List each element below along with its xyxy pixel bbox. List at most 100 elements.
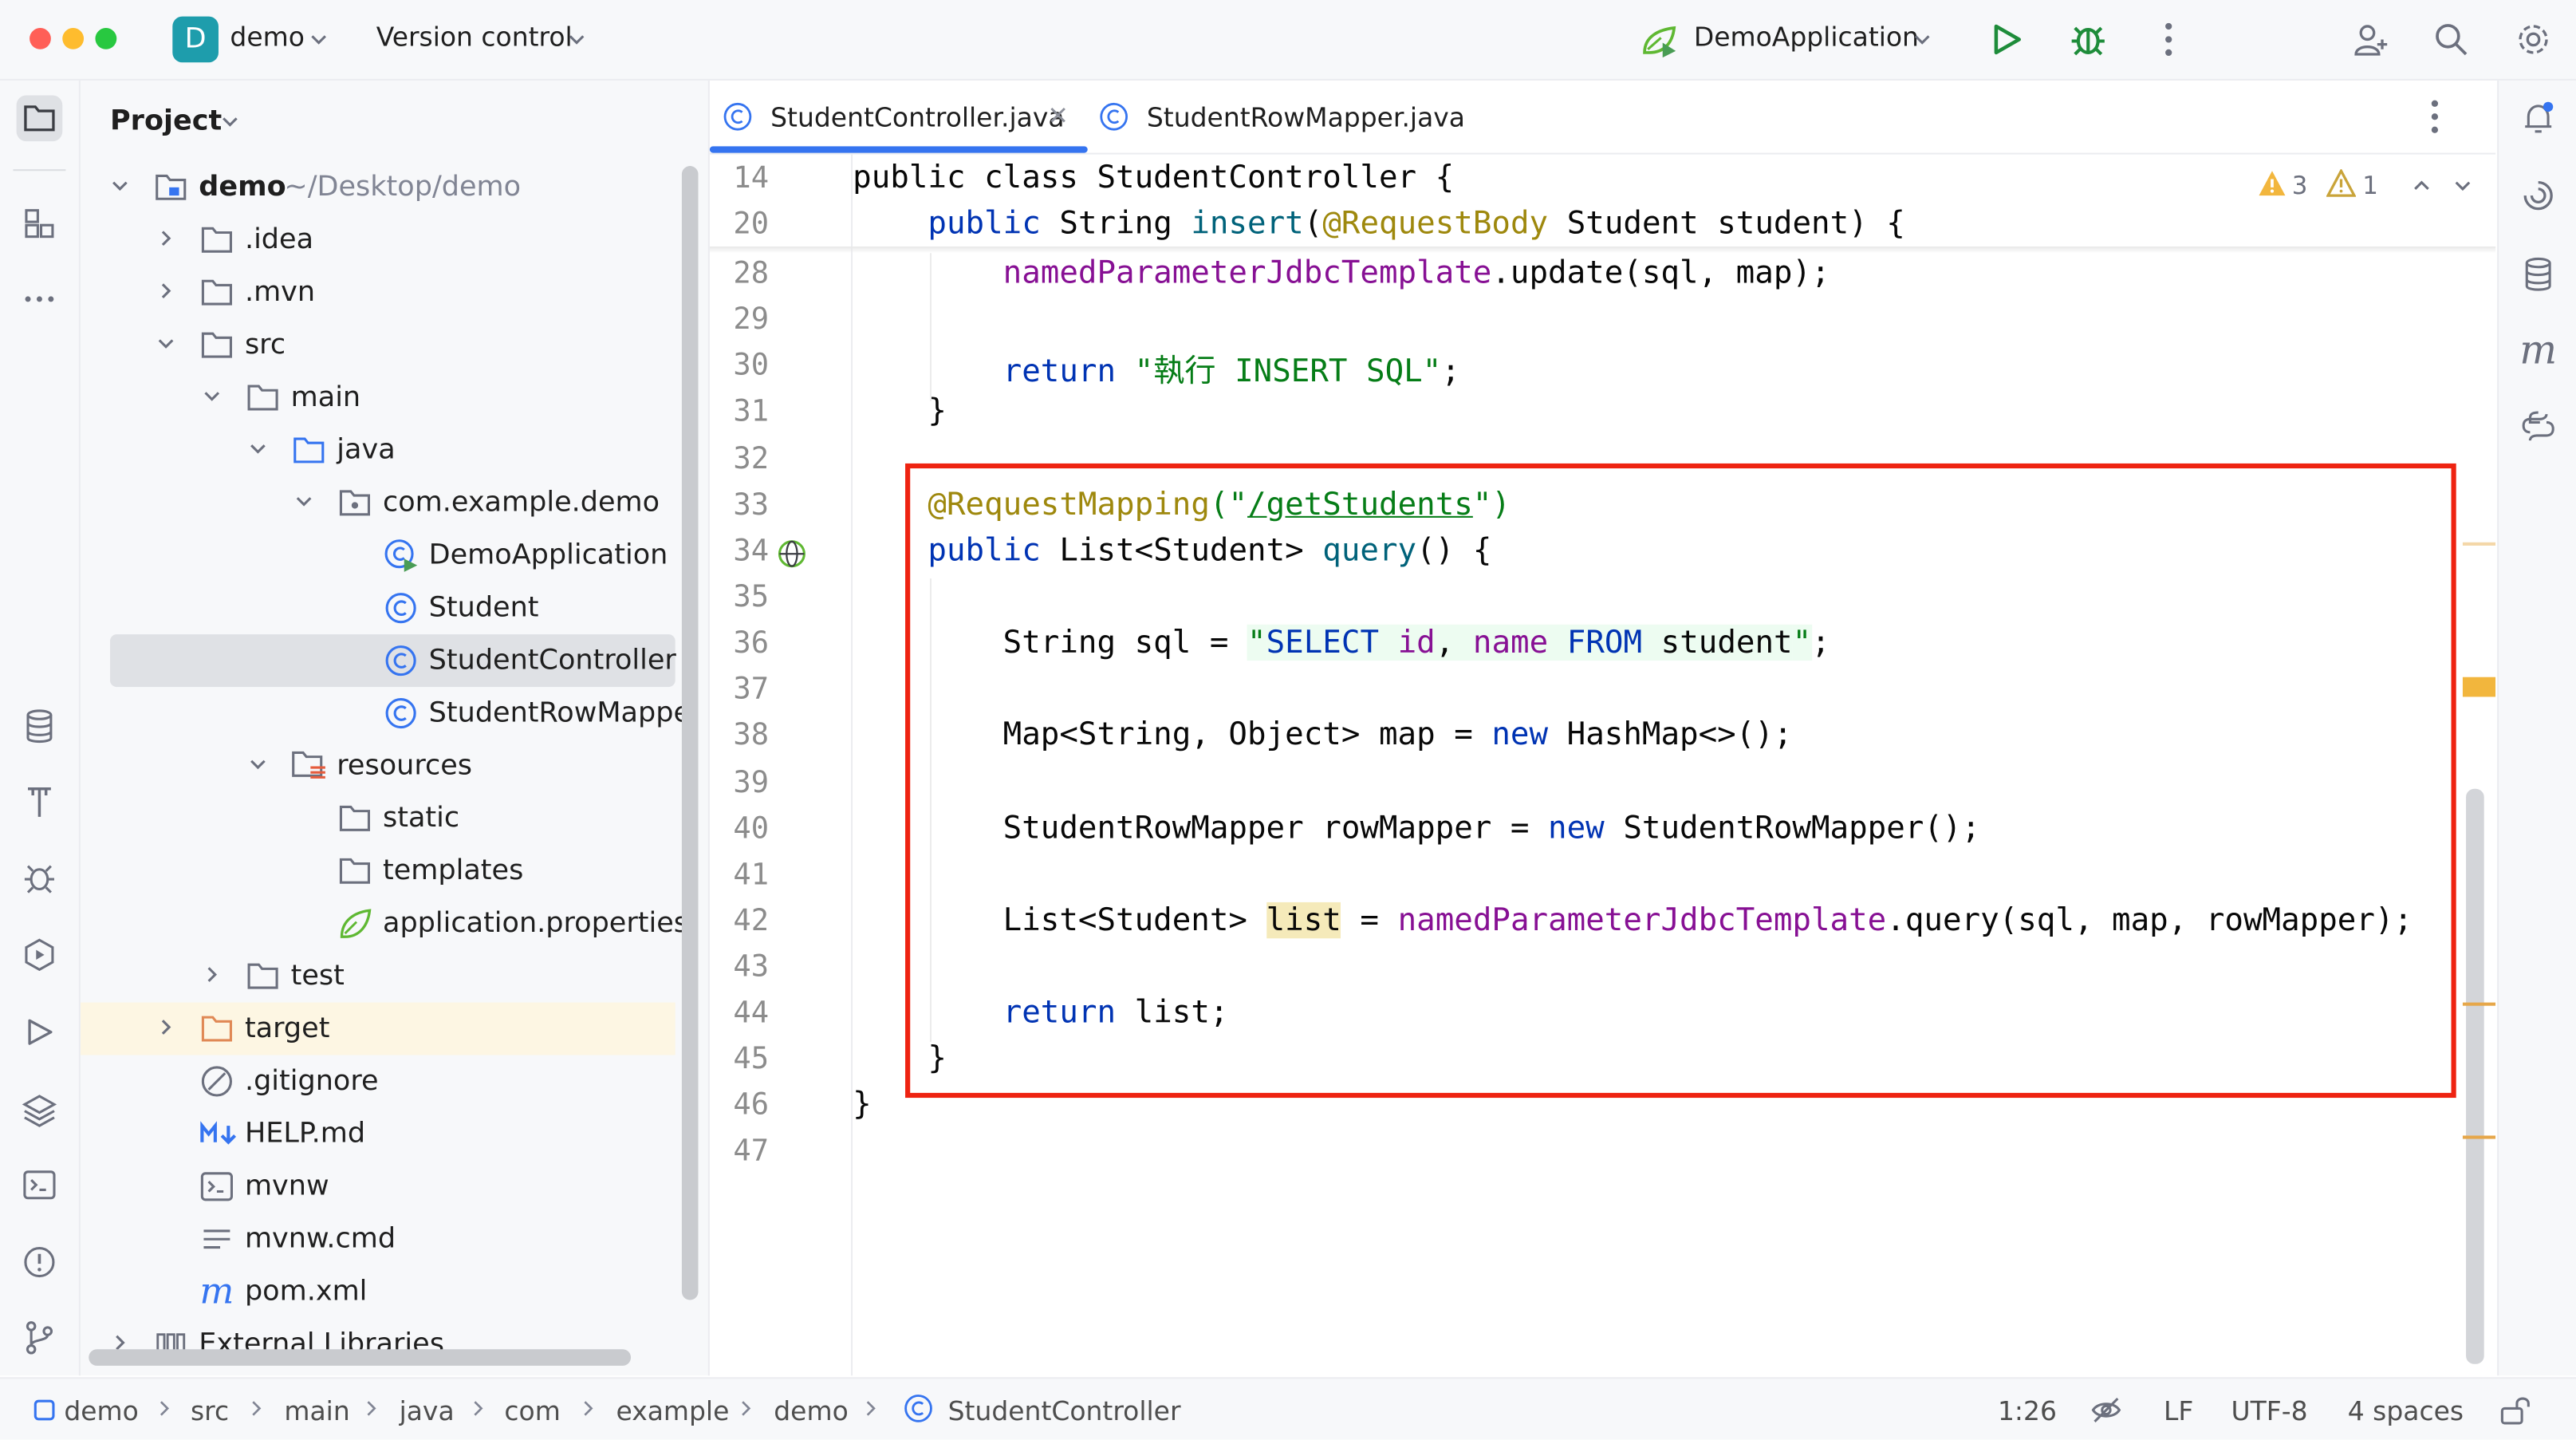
maven-icon[interactable]: m bbox=[2515, 327, 2562, 373]
tree-node-studentrowmapper[interactable]: StudentRowMappe bbox=[81, 687, 691, 740]
run-configuration-selector[interactable]: DemoApplication bbox=[1694, 22, 1919, 53]
run-button[interactable] bbox=[1983, 17, 2029, 63]
tree-node-package[interactable]: com.example.demo bbox=[81, 476, 676, 529]
project-horizontal-scrollbar[interactable] bbox=[89, 1349, 632, 1366]
tree-node-mvnw[interactable]: mvnw bbox=[81, 1160, 676, 1213]
line-number: 40 bbox=[733, 811, 770, 846]
editor-vertical-scrollbar[interactable] bbox=[2466, 788, 2484, 1364]
readonly-lock-icon[interactable] bbox=[2497, 1392, 2533, 1428]
error-stripe-mark[interactable] bbox=[2462, 677, 2496, 697]
notifications-bell-icon[interactable] bbox=[2515, 95, 2562, 141]
error-stripe-mark[interactable] bbox=[2462, 1002, 2496, 1006]
chevron-down-icon[interactable] bbox=[108, 174, 132, 197]
layers-icon[interactable] bbox=[17, 1087, 63, 1133]
tab-studentrowmapper[interactable]: StudentRowMapper.java bbox=[1097, 81, 1475, 153]
previous-highlight-icon[interactable] bbox=[2410, 174, 2433, 197]
inspection-widget[interactable]: 3 1 bbox=[2257, 168, 2487, 203]
terminal-icon[interactable] bbox=[17, 1162, 63, 1208]
warning-icon bbox=[2257, 169, 2286, 197]
tab-studentcontroller[interactable]: StudentController.java bbox=[709, 81, 1088, 153]
breadcrumb-item[interactable]: example bbox=[616, 1395, 730, 1426]
tree-node-java[interactable]: java bbox=[81, 424, 676, 476]
tree-node-src[interactable]: src bbox=[81, 319, 676, 372]
next-highlight-icon[interactable] bbox=[2452, 174, 2475, 197]
tree-node-pom-xml[interactable]: m pom.xml bbox=[81, 1265, 676, 1318]
close-tab-icon[interactable] bbox=[1046, 104, 1069, 127]
chevron-right-icon[interactable] bbox=[200, 963, 223, 986]
structure-icon[interactable] bbox=[17, 200, 63, 247]
breadcrumb-item[interactable]: java bbox=[400, 1395, 455, 1426]
tree-node-mvnw-cmd[interactable]: mvnw.cmd bbox=[81, 1213, 676, 1265]
tree-node-student[interactable]: Student bbox=[81, 582, 676, 634]
window-minimize-button[interactable] bbox=[62, 28, 85, 49]
tree-node-application-properties[interactable]: application.properties bbox=[81, 898, 688, 950]
chevron-down-icon[interactable] bbox=[155, 332, 178, 355]
search-icon[interactable] bbox=[2428, 17, 2475, 63]
project-folder-icon[interactable] bbox=[16, 95, 63, 142]
indent-setting[interactable]: 4 spaces bbox=[2348, 1395, 2464, 1426]
tree-node-idea[interactable]: .idea bbox=[81, 214, 676, 266]
chevron-down-icon[interactable] bbox=[1911, 28, 1934, 51]
chevron-right-icon[interactable] bbox=[155, 1016, 178, 1039]
web-endpoint-gutter-icon[interactable] bbox=[775, 538, 808, 570]
caret-position[interactable]: 1:26 bbox=[1998, 1395, 2057, 1426]
settings-gear-icon[interactable] bbox=[2511, 17, 2557, 63]
chevron-down-icon[interactable] bbox=[246, 437, 270, 460]
tree-node-test[interactable]: test bbox=[81, 950, 676, 1003]
chevron-down-icon[interactable] bbox=[307, 28, 330, 51]
problems-icon[interactable] bbox=[17, 1239, 63, 1285]
window-close-button[interactable] bbox=[30, 28, 51, 49]
class-icon bbox=[902, 1392, 935, 1425]
database-icon[interactable] bbox=[2515, 251, 2562, 298]
debug-button[interactable] bbox=[2065, 17, 2111, 63]
chevron-right-icon[interactable] bbox=[155, 227, 178, 250]
tree-node-help-md[interactable]: HELP.md bbox=[81, 1107, 676, 1160]
breadcrumb-item[interactable]: com bbox=[504, 1395, 560, 1426]
project-selector[interactable]: demo bbox=[230, 22, 304, 53]
python-packages-icon[interactable] bbox=[2515, 404, 2562, 451]
chevron-right-icon[interactable] bbox=[155, 279, 178, 302]
git-branch-icon[interactable] bbox=[17, 1315, 63, 1361]
breadcrumb-item[interactable]: src bbox=[191, 1395, 229, 1426]
chevron-down-icon[interactable] bbox=[246, 752, 270, 775]
ai-assistant-icon[interactable] bbox=[2515, 172, 2562, 219]
endpoints-icon[interactable] bbox=[17, 779, 63, 825]
breadcrumb-item[interactable]: StudentController bbox=[948, 1395, 1181, 1426]
tree-node-target[interactable]: target bbox=[80, 1002, 676, 1055]
file-encoding[interactable]: UTF-8 bbox=[2231, 1395, 2307, 1426]
breadcrumb-item[interactable]: main bbox=[284, 1395, 349, 1426]
tab-options-more-icon[interactable] bbox=[2430, 99, 2440, 135]
error-stripe-mark[interactable] bbox=[2462, 542, 2496, 546]
project-badge[interactable]: D bbox=[172, 16, 219, 63]
tree-label: .idea bbox=[244, 223, 314, 257]
error-stripe-mark[interactable] bbox=[2462, 1135, 2496, 1139]
window-zoom-button[interactable] bbox=[95, 28, 117, 49]
tree-node-demo[interactable]: demo ~/Desktop/demo bbox=[81, 161, 676, 214]
more-actions-icon[interactable] bbox=[2145, 17, 2192, 63]
debug-tool-icon[interactable] bbox=[17, 854, 63, 901]
tree-node-resources[interactable]: resources bbox=[81, 740, 676, 792]
tree-node-mvn[interactable]: .mvn bbox=[81, 266, 676, 319]
tree-node-demoapplication[interactable]: DemoApplication bbox=[81, 529, 676, 582]
add-user-icon[interactable] bbox=[2348, 17, 2394, 63]
chevron-down-icon[interactable] bbox=[565, 28, 589, 51]
power-save-icon[interactable] bbox=[2088, 1392, 2124, 1428]
chevron-down-icon[interactable] bbox=[219, 110, 242, 133]
chevron-down-icon[interactable] bbox=[200, 385, 223, 408]
services-icon[interactable] bbox=[17, 932, 63, 978]
more-tool-windows-icon[interactable] bbox=[17, 276, 63, 322]
breadcrumb-item[interactable]: demo bbox=[64, 1395, 138, 1426]
tree-node-main[interactable]: main bbox=[81, 372, 676, 424]
breadcrumb-item[interactable]: demo bbox=[774, 1395, 848, 1426]
tree-node-gitignore[interactable]: .gitignore bbox=[81, 1055, 676, 1108]
tree-node-templates[interactable]: templates bbox=[81, 845, 676, 898]
run-tool-icon[interactable] bbox=[17, 1009, 63, 1055]
chevron-down-icon[interactable] bbox=[293, 490, 316, 513]
tree-node-studentcontroller[interactable]: StudentController bbox=[110, 634, 676, 688]
version-control-menu[interactable]: Version control bbox=[376, 22, 573, 53]
tree-node-static[interactable]: static bbox=[81, 792, 676, 845]
project-panel-title[interactable]: Project bbox=[110, 105, 222, 138]
project-vertical-scrollbar[interactable] bbox=[681, 166, 699, 1300]
database-icon[interactable] bbox=[17, 704, 63, 750]
line-separator[interactable]: LF bbox=[2164, 1395, 2193, 1426]
